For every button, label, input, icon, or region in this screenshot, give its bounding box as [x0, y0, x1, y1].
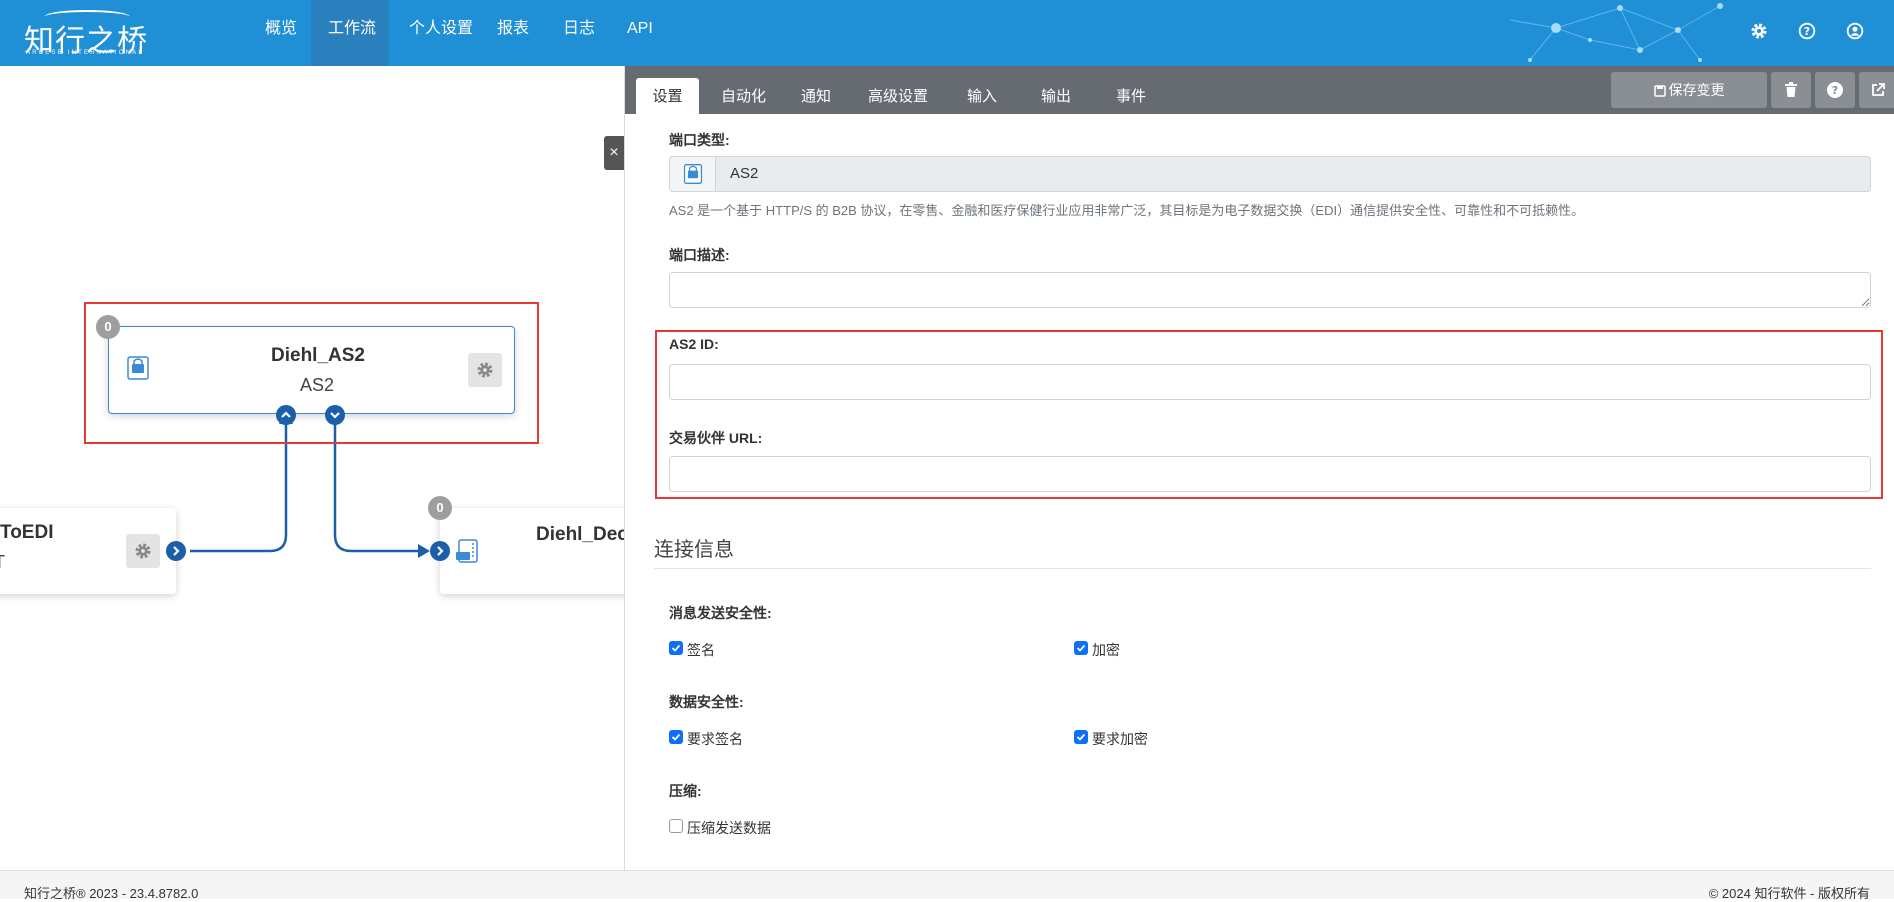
top-navbar: 知行之桥 ARCESB INTERNATIONAL 概览 工作流 个人设置 报表… [0, 0, 1894, 66]
footer: 知行之桥® 2023 - 23.4.8782.0 © 2024 知行软件 - 版… [0, 870, 1894, 901]
tab-input[interactable]: 输入 [951, 78, 1011, 114]
port-description-field[interactable] [669, 272, 1871, 308]
node-diehl-as2[interactable]: Diehl_AS2 AS2 [108, 326, 515, 414]
nav-api[interactable]: API [610, 0, 666, 66]
flow-connections [190, 411, 430, 558]
open-external-button[interactable] [1859, 72, 1894, 108]
as2-id-input[interactable] [669, 364, 1871, 400]
help-button[interactable]: ? [1815, 72, 1855, 108]
chevron-down-icon [330, 412, 340, 419]
port-type-value: AS2 [730, 165, 759, 182]
check-icon [1076, 733, 1086, 741]
tab-settings[interactable]: 设置 [636, 78, 699, 114]
svg-text:?: ? [1804, 25, 1810, 38]
save-label: 保存变更 [1668, 82, 1725, 98]
message-security-label: 消息发送安全性: [669, 605, 772, 621]
tab-notifications[interactable]: 通知 [785, 78, 845, 114]
svg-text:?: ? [1832, 84, 1838, 97]
nav-reports[interactable]: 报表 [480, 0, 546, 66]
node-title: Diehl_Dec [536, 524, 628, 545]
delete-button[interactable] [1771, 72, 1811, 108]
nav-logs[interactable]: 日志 [546, 0, 610, 66]
node-title: ToEDI [0, 522, 54, 543]
checkbox-unchecked[interactable] [669, 819, 683, 833]
tab-advanced[interactable]: 高级设置 [852, 78, 942, 114]
nav-overview[interactable]: 概览 [248, 0, 312, 66]
close-panel-button[interactable]: × [604, 136, 624, 170]
port-type-addon [670, 157, 716, 191]
node-badge: 0 [428, 496, 452, 520]
chevron-right-icon [173, 546, 180, 556]
node-diehl-dec[interactable]: Diehl_Dec [440, 508, 640, 594]
gear-icon [477, 362, 493, 378]
tab-automation[interactable]: 自动化 [705, 78, 779, 114]
checkbox-label: 要求加密 [1092, 731, 1148, 747]
port-type-label: 端口类型: [669, 132, 730, 148]
compression-label: 压缩: [669, 783, 702, 799]
as2-id-label: AS2 ID: [669, 336, 719, 352]
check-icon [671, 644, 681, 652]
checkbox-label: 签名 [687, 642, 715, 658]
help-icon: ? [1827, 82, 1843, 98]
port-description-label: 端口描述: [669, 247, 730, 263]
help-icon[interactable]: ? [1796, 20, 1818, 42]
trash-icon [1785, 82, 1797, 97]
chevron-up-icon [281, 411, 291, 418]
section-connection-title: 连接信息 [654, 539, 734, 561]
save-icon [1653, 85, 1666, 97]
panel-tabbar: 设置 自动化 通知 高级设置 输入 输出 事件 保存变更 ? [625, 66, 1894, 114]
nav-profile[interactable]: 个人设置 [392, 0, 480, 66]
flow-canvas[interactable]: Diehl_AS2 AS2 0 › ToEDI T [0, 66, 640, 870]
checkbox-checked[interactable] [1074, 730, 1088, 744]
zip-icon [456, 539, 478, 563]
checkbox-label: 压缩发送数据 [687, 820, 771, 836]
as2-icon [683, 164, 703, 184]
node-badge: 0 [96, 315, 120, 339]
settings-panel: 设置 自动化 通知 高级设置 输入 输出 事件 保存变更 ? 端口类型: AS2… [624, 66, 1894, 870]
port-type-help: AS2 是一个基于 HTTP/S 的 B2B 协议，在零售、金融和医疗保健行业应… [669, 203, 1585, 218]
footer-copyright: © 2024 知行软件 - 版权所有 [1708, 886, 1870, 901]
node-title: Diehl_AS2 [271, 345, 365, 366]
check-icon [1076, 644, 1086, 652]
data-security-label: 数据安全性: [669, 694, 744, 710]
gear-icon [135, 543, 151, 559]
section-divider [654, 568, 1871, 569]
checkbox-checked[interactable] [669, 730, 683, 744]
logo-subtext: ARCESB INTERNATIONAL [26, 50, 144, 56]
port-type-field: AS2 [669, 156, 1871, 192]
footer-version: 知行之桥® 2023 - 23.4.8782.0 [24, 886, 199, 901]
nav-workflow[interactable]: 工作流 [311, 0, 389, 66]
node-toedi[interactable]: ToEDI T [0, 508, 176, 594]
save-changes-button[interactable]: 保存变更 [1611, 72, 1767, 108]
external-link-icon [1872, 83, 1885, 96]
output-port[interactable] [325, 405, 345, 425]
output-port[interactable] [166, 541, 186, 561]
checkbox-label: 要求签名 [687, 731, 743, 747]
checkbox-checked[interactable] [1074, 641, 1088, 655]
checkbox-checked[interactable] [669, 641, 683, 655]
tab-output[interactable]: 输出 [1025, 78, 1085, 114]
user-icon[interactable] [1844, 20, 1866, 42]
node-settings-button[interactable] [468, 353, 502, 387]
node-subtitle: T [0, 552, 5, 573]
partner-url-input[interactable] [669, 456, 1871, 492]
node-settings-button[interactable] [126, 534, 160, 568]
tab-events[interactable]: 事件 [1100, 78, 1160, 114]
network-decoration [1509, 3, 1723, 62]
partner-url-label: 交易伙伴 URL: [669, 430, 763, 446]
as2-icon [127, 356, 149, 380]
chevron-right-icon [437, 546, 444, 556]
gear-icon[interactable] [1748, 20, 1770, 42]
input-port[interactable] [276, 405, 296, 425]
checkbox-label: 加密 [1092, 642, 1120, 658]
check-icon [671, 733, 681, 741]
input-port[interactable] [430, 541, 450, 561]
node-subtitle: AS2 [300, 375, 335, 395]
